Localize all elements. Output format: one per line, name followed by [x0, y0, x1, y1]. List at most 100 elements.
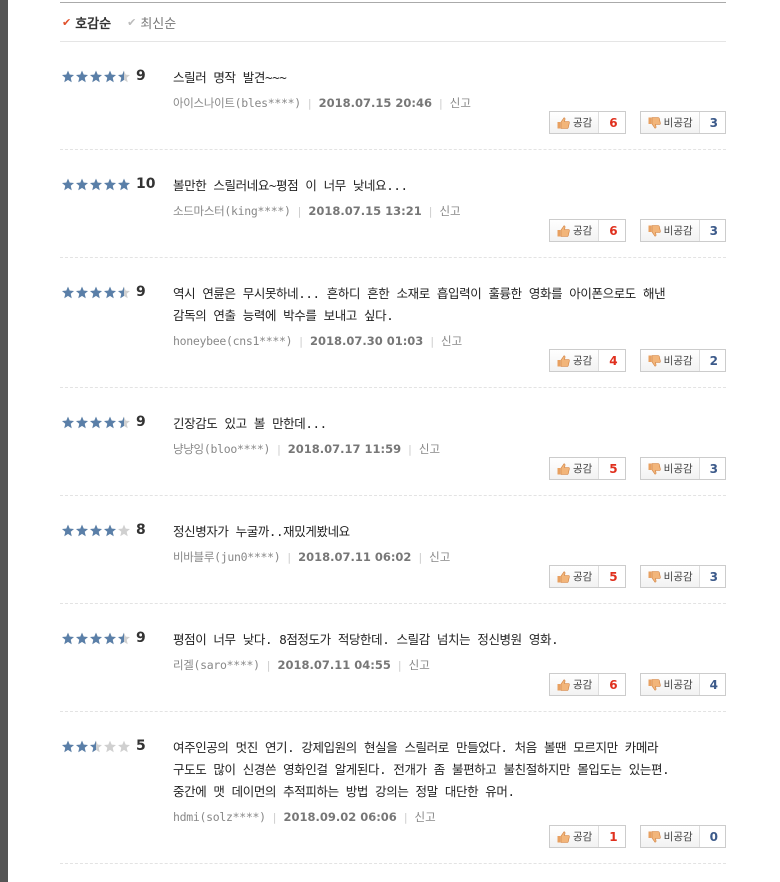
like-label: 공감	[549, 220, 600, 241]
separator: |	[428, 204, 433, 218]
review-meta: 냥냥잉(bloo****) | 2018.07.17 11:59 | 신고	[173, 441, 726, 457]
star-full-icon	[61, 632, 75, 645]
thumbs-down-icon	[648, 354, 661, 367]
report-link[interactable]: 신고	[409, 657, 430, 673]
dislike-count: 0	[709, 829, 718, 844]
thumbs-up-icon	[557, 830, 570, 843]
separator: |	[297, 204, 302, 218]
vote-buttons: 공감 1 비공감 0	[60, 825, 726, 863]
review-content: 볼만한 스릴러네요~평점 이 너무 낮네요... 소드마스터(king****)…	[173, 150, 726, 219]
star-rating	[61, 524, 131, 537]
review-content: 역시 연륜은 무시못하네... 흔하디 흔한 소재로 흡입력이 훌륭한 영화를 …	[173, 258, 726, 349]
review-meta: 비바블루(jun0****) | 2018.07.11 06:02 | 신고	[173, 549, 726, 565]
star-full-icon	[89, 70, 103, 83]
sort-option-label: 최신순	[140, 16, 177, 32]
thumbs-up-icon	[557, 570, 570, 583]
like-count: 6	[609, 223, 618, 238]
star-full-icon	[75, 70, 89, 83]
star-full-icon	[61, 178, 75, 191]
review-item: 10 볼만한 스릴러네요~평점 이 너무 낮네요... 소드마스터(king**…	[60, 150, 726, 258]
dislike-button[interactable]: 비공감 3	[639, 457, 726, 480]
sort-option-likes[interactable]: ✔ 호감순	[62, 13, 111, 32]
thumbs-down-icon	[648, 830, 661, 843]
separator: |	[439, 96, 443, 110]
report-link[interactable]: 신고	[415, 809, 436, 825]
review-text-line: 정신병자가 누굴까..재밌게봤네요	[173, 524, 350, 539]
dislike-label-text: 비공감	[663, 355, 693, 367]
star-half-icon	[117, 70, 131, 83]
reviewer-name: 비바블루(jun0****)	[173, 550, 281, 564]
like-label: 공감	[549, 826, 600, 847]
like-label: 공감	[549, 350, 600, 371]
review-section: ✔ 호감순 ✔ 최신순 9 스릴러 명작 발견~~~ 아이스나이트(bles**…	[60, 0, 726, 864]
like-button[interactable]: 공감 5	[548, 565, 626, 588]
separator: |	[430, 334, 435, 348]
star-full-icon	[75, 524, 89, 537]
like-label-text: 공감	[572, 831, 593, 843]
review-text-line: 구도도 많이 신경쓴 영화인걸 알게된다. 전개가 좀 불편하고 불친절하지만 …	[173, 762, 670, 777]
dislike-label-text: 비공감	[663, 117, 693, 129]
star-rating	[61, 416, 131, 429]
review-list: 9 스릴러 명작 발견~~~ 아이스나이트(bles****) | 2018.0…	[60, 42, 726, 864]
dislike-button[interactable]: 비공감 3	[639, 565, 726, 588]
star-full-icon	[61, 286, 75, 299]
star-half-icon	[117, 286, 131, 299]
like-label-text: 공감	[572, 225, 593, 237]
review-text-line: 감독의 연출 능력에 박수를 보내고 싶다.	[173, 308, 394, 323]
report-link[interactable]: 신고	[429, 549, 450, 565]
star-full-icon	[75, 286, 89, 299]
star-rating	[61, 740, 131, 753]
rating-score: 9	[136, 630, 146, 646]
like-button[interactable]: 공감 5	[548, 457, 626, 480]
review-meta: hdmi(solz****) | 2018.09.02 06:06 | 신고	[173, 809, 726, 825]
dislike-label: 비공감	[640, 566, 700, 587]
review-text-line: 스릴러 명작 발견~~~	[173, 70, 287, 85]
review-item: 9 스릴러 명작 발견~~~ 아이스나이트(bles****) | 2018.0…	[60, 42, 726, 150]
like-button[interactable]: 공감 6	[548, 673, 626, 696]
star-rating	[61, 286, 131, 299]
report-link[interactable]: 신고	[441, 333, 462, 349]
like-button[interactable]: 공감 6	[548, 219, 626, 242]
star-rating	[61, 632, 131, 645]
review-item: 9 평점이 너무 낮다. 8점정도가 적당한데. 스릴감 넘치는 정신병원 영화…	[60, 604, 726, 712]
star-rating	[61, 178, 131, 191]
report-link[interactable]: 신고	[419, 441, 440, 457]
like-count: 4	[609, 353, 618, 368]
review-date: 2018.07.15 20:46	[318, 96, 433, 110]
vote-buttons: 공감 6 비공감 3	[60, 219, 726, 257]
review-text: 볼만한 스릴러네요~평점 이 너무 낮네요...	[173, 175, 726, 197]
review-meta: 리겔(saro****) | 2018.07.11 04:55 | 신고	[173, 657, 726, 673]
dislike-label: 비공감	[640, 220, 700, 241]
like-button[interactable]: 공감 1	[548, 825, 626, 848]
rating-score: 8	[136, 522, 146, 538]
sort-option-latest[interactable]: ✔ 최신순	[127, 13, 176, 32]
dislike-count: 3	[709, 223, 718, 238]
rating-score: 10	[136, 176, 156, 192]
dislike-button[interactable]: 비공감 0	[639, 825, 726, 848]
dislike-button[interactable]: 비공감 4	[639, 673, 726, 696]
star-full-icon	[117, 178, 131, 191]
dislike-button[interactable]: 비공감 2	[639, 349, 726, 372]
reviewer-name: 냥냥잉(bloo****)	[173, 442, 271, 456]
like-label: 공감	[549, 458, 600, 479]
review-text: 정신병자가 누굴까..재밌게봤네요	[173, 521, 726, 543]
star-full-icon	[103, 416, 117, 429]
left-edge-bar	[0, 0, 8, 882]
dislike-count: 2	[709, 353, 718, 368]
dislike-label-text: 비공감	[663, 679, 693, 691]
like-button[interactable]: 공감 4	[548, 349, 626, 372]
like-label-text: 공감	[572, 117, 593, 129]
review-date: 2018.07.11 06:02	[298, 550, 412, 564]
star-full-icon	[103, 632, 117, 645]
star-full-icon	[103, 178, 117, 191]
dislike-count: 4	[709, 677, 718, 692]
star-full-icon	[75, 416, 89, 429]
like-button[interactable]: 공감 6	[548, 111, 626, 134]
review-text-line: 역시 연륜은 무시못하네... 흔하디 흔한 소재로 흡입력이 훌륭한 영화를 …	[173, 286, 666, 301]
dislike-button[interactable]: 비공감 3	[639, 219, 726, 242]
dislike-button[interactable]: 비공감 3	[639, 111, 726, 134]
report-link[interactable]: 신고	[439, 203, 460, 219]
report-link[interactable]: 신고	[450, 95, 471, 111]
review-item: 9 긴장감도 있고 볼 만한데... 냥냥잉(bloo****) | 2018.…	[60, 388, 726, 496]
rating: 9	[61, 284, 146, 300]
